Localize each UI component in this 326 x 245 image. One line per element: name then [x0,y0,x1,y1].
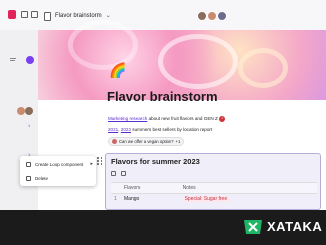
document-title: Flavor brainstorm [55,13,102,19]
filter-icon[interactable] [10,58,16,59]
comment-pill[interactable]: Can we offer a vegan option? +1 [108,137,185,146]
menu-item-label: Create Loop component [35,161,84,167]
avatar[interactable] [197,11,207,21]
loop-icon [26,161,31,167]
paragraph-text: about new fruit flavors and GEN Z [147,116,218,122]
paragraph: 2021, 2022 summers best sellers by locat… [108,127,212,132]
cover-decoration [158,34,238,89]
table-icon[interactable] [111,170,116,176]
index-header [111,182,121,194]
cover-decoration [238,48,288,88]
flavor-cell[interactable]: Mango [121,193,180,205]
avatar[interactable] [25,107,33,115]
cover-decoration [68,20,138,70]
filter-icon-line [10,60,15,61]
loop-component[interactable]: Flavors for summer 2023 Flavors Notes 1 … [105,153,321,210]
panel-toggle-icon[interactable] [21,11,28,18]
column-header-flavors[interactable]: Flavors [121,182,180,194]
comment-badge[interactable]: 1 [219,116,226,122]
page-icon [44,11,51,21]
menu-item-label: Delete [35,175,49,181]
report-2022-link[interactable]: 2022 [121,127,131,132]
row-index: 1 [111,193,121,205]
table-toolbar [111,169,126,177]
grid-icon[interactable] [31,11,38,18]
filter-icon[interactable] [121,170,126,176]
avatar[interactable] [217,11,227,21]
table-row[interactable]: 1 Mango Special: Sugar free [111,193,317,205]
brand-name: XATAKA [267,219,323,234]
paragraph: Marketing research about new fruit flavo… [108,116,226,122]
cursor-arrow-icon: ▸ [90,161,93,167]
loop-app-icon[interactable] [8,10,16,19]
new-item-icon[interactable] [26,56,34,64]
drag-handle-icon[interactable] [97,157,103,165]
note-tag: Special: Sugar free [182,196,230,203]
flavors-table: Flavors Notes 1 Mango Special: Sugar fre… [111,182,317,205]
chevron-down-icon: ⌄ [105,13,111,19]
table-header-row: Flavors Notes [111,182,317,194]
marketing-research-link[interactable]: Marketing research [108,116,147,121]
trash-icon [26,175,31,181]
page-emoji-icon[interactable]: 🌈 [109,63,126,77]
count-badge: 1 [28,123,31,128]
column-header-notes[interactable]: Notes [179,182,317,194]
paragraph-text: summers best sellers by location report [131,127,213,132]
delete-menu-item[interactable]: Delete [20,172,96,184]
create-loop-component-menu-item[interactable]: Create Loop component ▸ [20,158,96,170]
xataka-logo-icon [244,220,262,234]
loop-component-title[interactable]: Flavors for summer 2023 [111,157,200,166]
notes-cell[interactable]: Special: Sugar free [179,193,317,205]
context-menu: Create Loop component ▸ Delete [20,156,96,186]
top-bar: Flavor brainstorm ⌄ [0,0,326,30]
avatar[interactable] [17,107,25,115]
avatar [112,139,117,144]
avatar[interactable] [207,11,217,21]
comment-text: Can we offer a vegan option? [119,139,174,144]
page-title[interactable]: Flavor brainstorm [107,89,218,104]
report-2021-link[interactable]: 2021 [108,127,118,132]
comment-count: +1 [175,139,181,144]
